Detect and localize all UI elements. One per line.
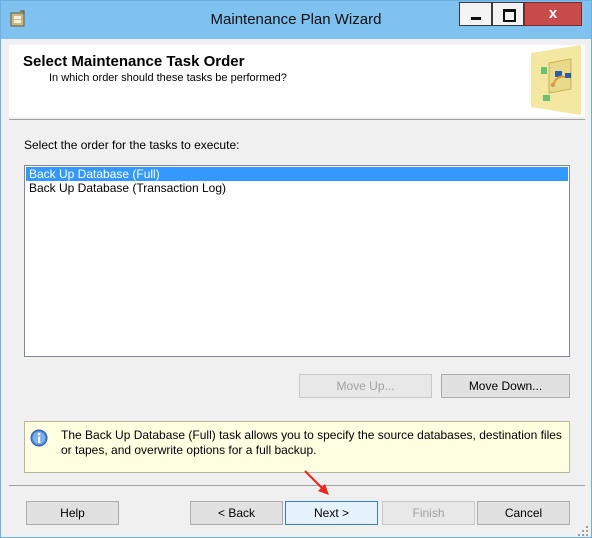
minimize-icon bbox=[471, 17, 481, 20]
list-item[interactable]: Back Up Database (Transaction Log) bbox=[26, 181, 568, 195]
maximize-icon bbox=[503, 9, 516, 22]
resize-grip-icon[interactable] bbox=[577, 525, 589, 537]
close-icon: x bbox=[548, 5, 558, 22]
move-down-button[interactable]: Move Down... bbox=[441, 374, 570, 398]
move-up-button[interactable]: Move Up... bbox=[299, 374, 432, 398]
wizard-illustration-icon bbox=[531, 45, 581, 115]
footer-separator bbox=[9, 485, 585, 486]
maximize-button[interactable] bbox=[492, 2, 524, 26]
page-title: Select Maintenance Task Order bbox=[23, 53, 245, 70]
back-button[interactable]: < Back bbox=[190, 501, 283, 525]
info-icon bbox=[30, 429, 48, 447]
help-button[interactable]: Help bbox=[26, 501, 119, 525]
task-description-panel: The Back Up Database (Full) task allows … bbox=[24, 421, 570, 473]
close-button[interactable]: x bbox=[524, 2, 582, 26]
page-subtitle: In which order should these tasks be per… bbox=[49, 72, 287, 84]
minimize-button[interactable] bbox=[459, 2, 492, 26]
cancel-button[interactable]: Cancel bbox=[477, 501, 570, 525]
header-separator bbox=[9, 119, 585, 120]
task-description-text: The Back Up Database (Full) task allows … bbox=[61, 428, 562, 457]
list-item-selected[interactable]: Back Up Database (Full) bbox=[26, 167, 568, 181]
next-button[interactable]: Next > bbox=[285, 501, 378, 525]
wizard-window: Maintenance Plan Wizard x Select Mainten… bbox=[0, 0, 592, 538]
finish-button[interactable]: Finish bbox=[382, 501, 475, 525]
task-order-label: Select the order for the tasks to execut… bbox=[24, 138, 240, 152]
task-order-list[interactable]: Back Up Database (Full) Back Up Database… bbox=[24, 165, 570, 357]
red-arrow-icon bbox=[304, 470, 329, 495]
title-bar[interactable]: Maintenance Plan Wizard x bbox=[1, 1, 591, 39]
wizard-header: Select Maintenance Task Order In which o… bbox=[9, 45, 585, 117]
